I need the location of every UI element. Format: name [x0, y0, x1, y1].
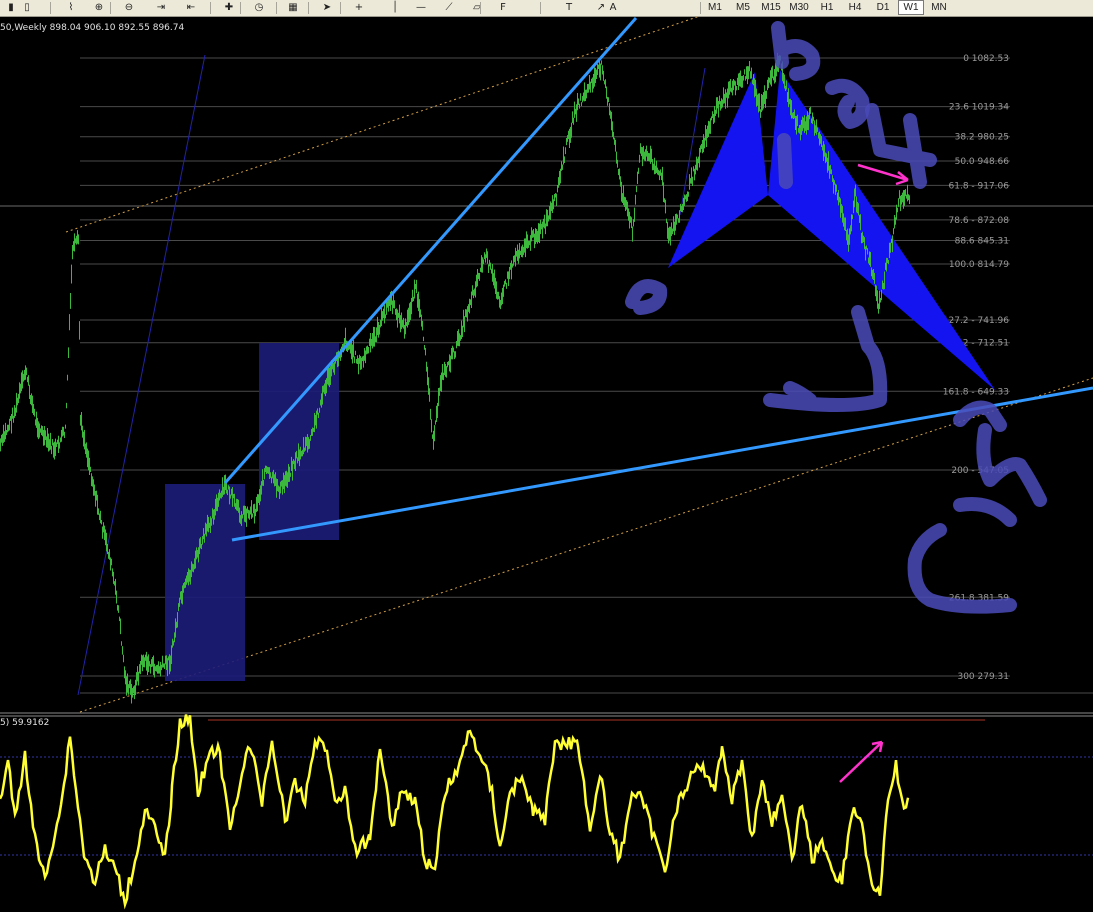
toolbar-separator — [308, 2, 309, 14]
freehand-stroke[interactable] — [953, 497, 1017, 527]
timeframe-w1[interactable]: W1 — [898, 0, 924, 15]
zoom-out-icon[interactable]: ⊖ — [120, 0, 138, 15]
fibonacci-icon[interactable]: F — [494, 0, 512, 15]
fib-level-label: 0 1082.53 — [963, 54, 1009, 64]
timeframe-m30[interactable]: M30 — [786, 0, 812, 15]
fib-level-label: 78.6 - 872.08 — [949, 216, 1010, 226]
timeframe-d1[interactable]: D1 — [870, 0, 896, 15]
toolbar-separator — [240, 2, 241, 14]
text-icon[interactable] — [0, 0, 18, 15]
chart-candles-icon[interactable]: ▯ — [18, 0, 36, 15]
fib-level-label: 38.2 980.25 — [955, 133, 1009, 143]
timeframe-mn[interactable]: MN — [926, 0, 952, 15]
indicator-title: 5) 59.9162 — [0, 718, 50, 728]
indicator-line — [0, 714, 910, 910]
trendline-icon[interactable]: ⟋ — [440, 0, 458, 15]
horizontal-line-icon[interactable]: — — [412, 0, 430, 15]
toolbar-separator — [340, 2, 341, 14]
vertical-line-icon[interactable]: │ — [386, 0, 404, 15]
freehand-stroke[interactable] — [625, 279, 668, 315]
toolbar-separator — [540, 2, 541, 14]
price-chart[interactable]: 0 1082.53 23.6 1019.34 38.2 980.25 50.0 948… — [0, 16, 1093, 912]
timeframe-m5[interactable]: M5 — [730, 0, 756, 15]
periods-icon[interactable]: ◷ — [250, 0, 268, 15]
text-label-icon[interactable]: T — [560, 0, 578, 15]
timeframe-h4[interactable]: H4 — [842, 0, 868, 15]
fib-level-label: 100.0 814.79 — [949, 260, 1009, 270]
fib-level-label: 300 279.31 — [957, 672, 1009, 682]
freehand-stroke[interactable] — [953, 400, 1047, 507]
highlight-rectangle[interactable] — [165, 484, 245, 681]
zoom-in-icon[interactable]: ⊕ — [90, 0, 108, 15]
toolbar-separator — [110, 2, 111, 14]
fib-level-label: 88.6 845.31 — [955, 237, 1009, 247]
templates-icon[interactable]: ▦ — [284, 0, 302, 15]
autoscroll-icon[interactable]: ⇥ — [152, 0, 170, 15]
channel-upper-dotted[interactable] — [65, 16, 701, 233]
equidistant-channel-icon[interactable]: ▱ — [468, 0, 486, 15]
trendline-blue-thin[interactable] — [679, 67, 706, 216]
timeframe-m1[interactable]: M1 — [702, 0, 728, 15]
indicators-icon[interactable]: ✚ — [220, 0, 238, 15]
fib-level-label: 50.0 948.66 — [955, 157, 1010, 167]
chart-shift-icon[interactable]: ⇤ — [182, 0, 200, 15]
crosshair-icon[interactable]: + — [350, 0, 368, 15]
toolbar-separator — [276, 2, 277, 14]
toolbar-separator — [700, 2, 701, 14]
fib-level-label: 61.8 - 917.06 — [949, 181, 1010, 191]
cursor-icon[interactable]: ➤ — [318, 0, 336, 15]
fib-level-label: 23.6 1019.34 — [949, 103, 1009, 113]
fib-level-label: 161.8 - 649.33 — [943, 387, 1009, 397]
fib-level-label: 127.2 - 741.96 — [943, 316, 1009, 326]
text-tool-button[interactable]: A — [604, 0, 622, 15]
timeframe-m15[interactable]: M15 — [758, 0, 784, 15]
chart-line-icon[interactable]: ⌇ — [62, 0, 80, 15]
toolbar-separator — [210, 2, 211, 14]
freehand-stroke[interactable] — [771, 21, 821, 81]
freehand-stroke[interactable] — [825, 78, 870, 129]
freehand-stroke[interactable] — [777, 133, 793, 189]
toolbar: ▮ ▯ ⌇ ⊕ ⊖ ⇥ ⇤ ✚ ◷ ▦ ➤ + │ — ⟋ ▱ F T ↗ A M1 M5 M15 M30 H1 H4 D1 W1 MN — [0, 0, 1093, 17]
timeframe-h1[interactable]: H1 — [814, 0, 840, 15]
toolbar-separator — [50, 2, 51, 14]
toolbar-separator — [480, 2, 481, 14]
annotation-arrow[interactable] — [839, 740, 884, 783]
chart-title: 50,Weekly 898.04 906.10 892.55 896.74 — [0, 23, 185, 33]
annotation-arrow[interactable] — [857, 163, 909, 186]
